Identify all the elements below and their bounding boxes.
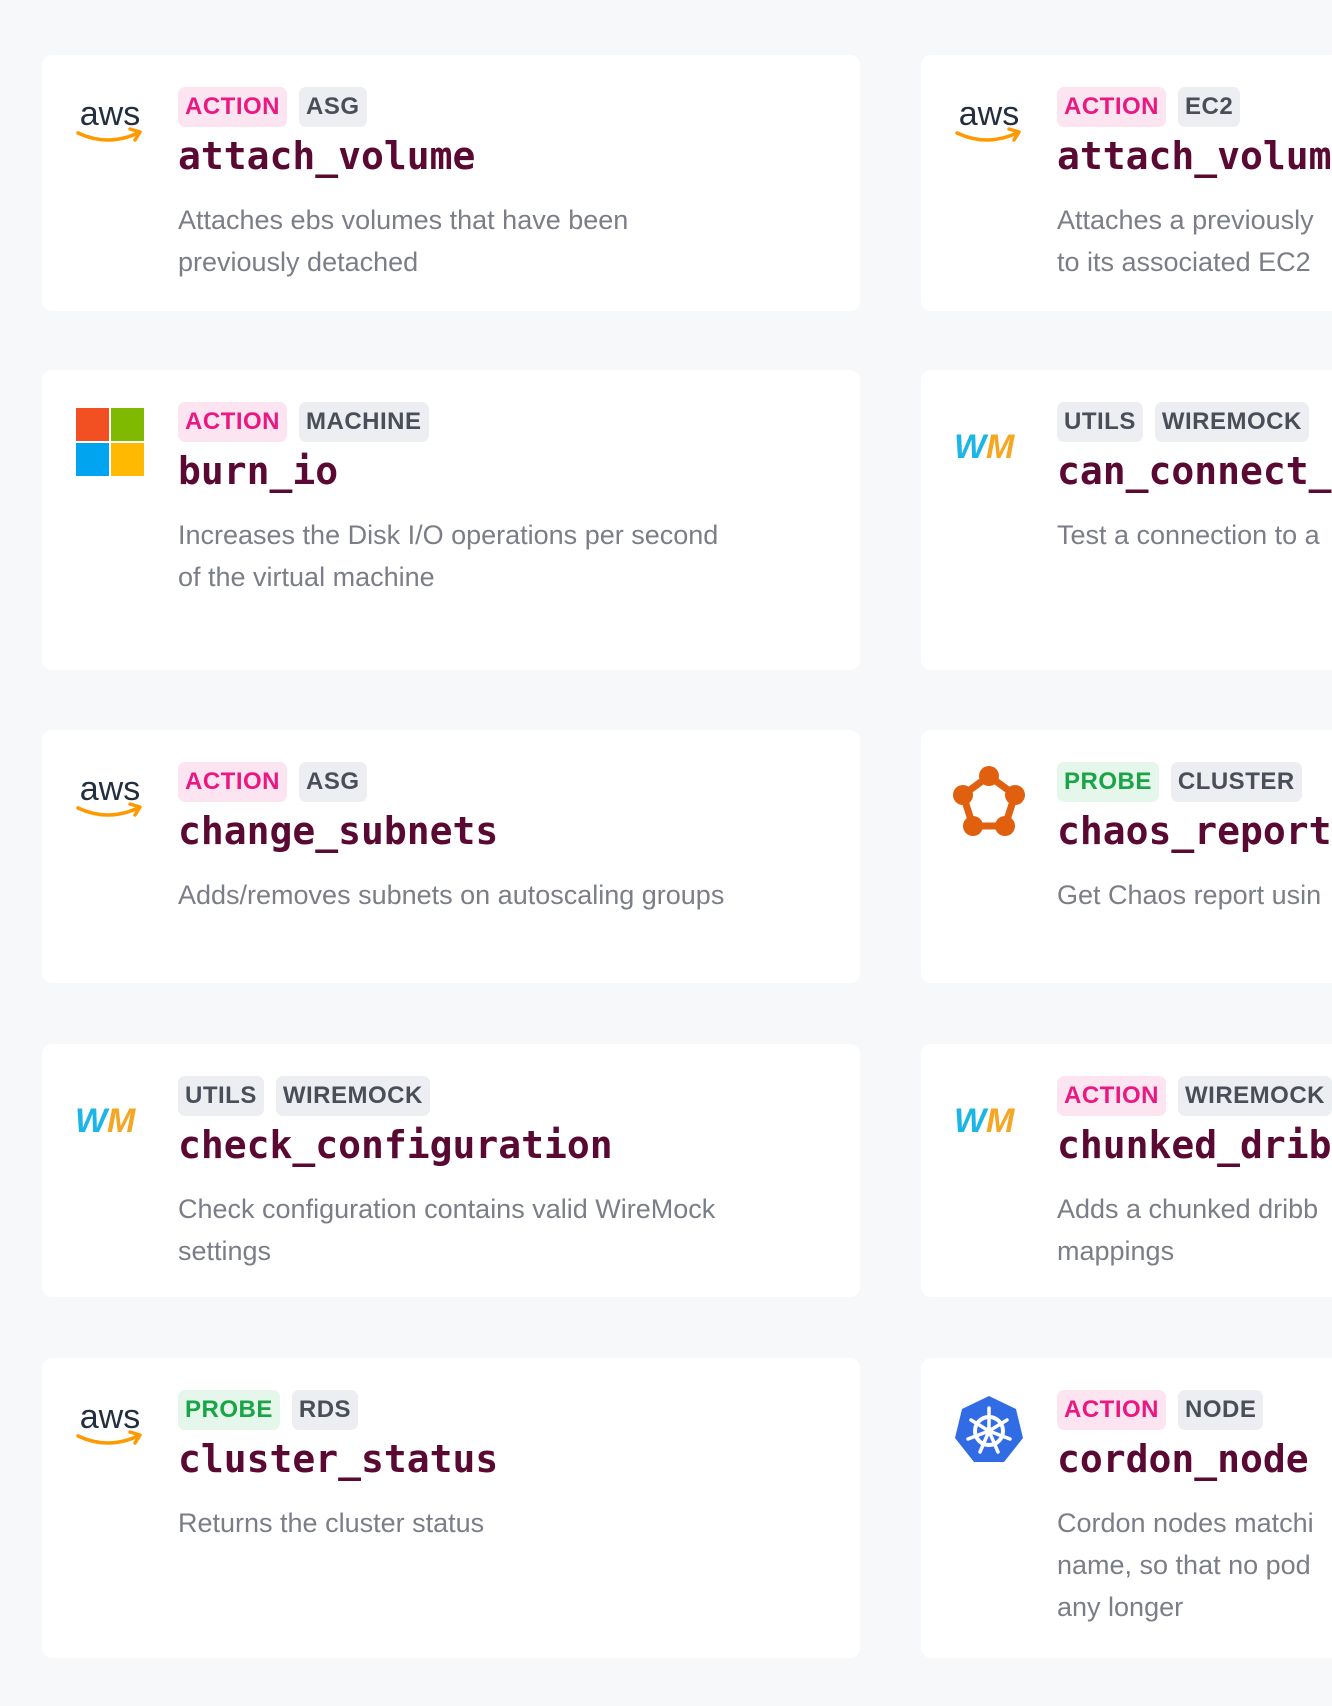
card-title: change_subnets <box>178 809 499 853</box>
tag-kind: UTILS <box>1057 402 1143 442</box>
probe-card-chaos-report[interactable]: PROBE CLUSTER chaos_report Get Chaos rep… <box>921 730 1332 983</box>
wiremock-logo-icon: W M <box>953 1080 1025 1152</box>
svg-text:W: W <box>75 1102 110 1140</box>
tag-category: RDS <box>291 1390 359 1430</box>
svg-text:M: M <box>107 1102 136 1140</box>
tag-category: WIREMOCK <box>275 1076 430 1116</box>
card-description: Check configuration contains valid WireM… <box>178 1194 716 1266</box>
aws-logo-icon: aws <box>74 766 146 838</box>
card-description: Adds/removes subnets on autoscaling grou… <box>178 880 725 910</box>
card-description: Attaches a previously to its associated … <box>1057 205 1314 277</box>
tag-kind: UTILS <box>178 1076 264 1116</box>
tag-kind: ACTION <box>1057 1390 1166 1430</box>
utils-card-can-connect[interactable]: W M UTILS WIREMOCK can_connect_t Test a … <box>921 370 1332 670</box>
chaos-pentagon-icon <box>953 766 1025 838</box>
probe-card-cluster-status[interactable]: aws PROBE RDS cluster_status Returns the… <box>42 1358 860 1658</box>
wiremock-logo-icon: W M <box>74 1080 146 1152</box>
tag-category: ASG <box>299 87 367 127</box>
tag-kind: ACTION <box>178 87 287 127</box>
tag-kind: ACTION <box>178 402 287 442</box>
aws-logo-icon: aws <box>953 91 1025 163</box>
tag-kind: PROBE <box>178 1390 280 1430</box>
aws-logo-icon: aws <box>74 1394 146 1466</box>
svg-text:W: W <box>954 428 989 466</box>
card-description: Cordon nodes matchi name, so that no pod… <box>1057 1508 1314 1622</box>
card-description: Get Chaos report usin <box>1057 880 1322 910</box>
card-title: cluster_status <box>178 1437 499 1481</box>
svg-text:aws: aws <box>80 95 140 133</box>
svg-text:aws: aws <box>80 1398 140 1436</box>
action-card-cordon-node[interactable]: ACTION NODE cordon_node Cordon nodes mat… <box>921 1358 1332 1658</box>
action-card-attach-volume-ec2[interactable]: aws ACTION EC2 attach_volume Attaches a … <box>921 55 1332 311</box>
kubernetes-logo-icon <box>953 1394 1025 1466</box>
card-description: Attaches ebs volumes that have been prev… <box>178 205 629 277</box>
card-title: cordon_node <box>1057 1437 1309 1481</box>
svg-text:M: M <box>986 1102 1015 1140</box>
tag-category: CLUSTER <box>1170 762 1302 802</box>
aws-logo-icon: aws <box>74 91 146 163</box>
tag-category: EC2 <box>1178 87 1241 127</box>
tag-kind: ACTION <box>1057 1076 1166 1116</box>
tag-category: MACHINE <box>299 402 429 442</box>
card-description: Test a connection to a <box>1057 520 1320 550</box>
tag-category: WIREMOCK <box>1178 1076 1332 1116</box>
tag-kind: ACTION <box>1057 87 1166 127</box>
card-title: burn_io <box>178 449 339 493</box>
action-card-burn-io[interactable]: ACTION MACHINE burn_io Increases the Dis… <box>42 370 860 670</box>
svg-text:aws: aws <box>959 95 1019 133</box>
card-title: check_configuration <box>178 1123 613 1167</box>
action-card-change-subnets[interactable]: aws ACTION ASG change_subnets Adds/remov… <box>42 730 860 983</box>
tag-kind: PROBE <box>1057 762 1159 802</box>
tag-kind: ACTION <box>178 762 287 802</box>
action-card-attach-volume-asg[interactable]: aws ACTION ASG attach_volume Attaches eb… <box>42 55 860 311</box>
tag-category: ASG <box>299 762 367 802</box>
card-description: Returns the cluster status <box>178 1508 485 1538</box>
tag-category: NODE <box>1178 1390 1264 1430</box>
wiremock-logo-icon: W M <box>953 406 1025 478</box>
tag-category: WIREMOCK <box>1154 402 1309 442</box>
card-title: can_connect_t <box>1057 449 1332 493</box>
action-card-chunked-dribble[interactable]: W M ACTION WIREMOCK chunked_dribb Adds a… <box>921 1044 1332 1297</box>
card-description: Adds a chunked dribb mappings <box>1057 1194 1319 1266</box>
card-title: attach_volume <box>1057 134 1332 178</box>
card-title: attach_volume <box>178 134 476 178</box>
svg-text:M: M <box>986 428 1015 466</box>
card-description: Increases the Disk I/O operations per se… <box>178 520 719 592</box>
card-title: chunked_dribb <box>1057 1123 1332 1167</box>
svg-text:W: W <box>954 1102 989 1140</box>
svg-text:aws: aws <box>80 770 140 808</box>
card-title: chaos_report <box>1057 809 1332 853</box>
microsoft-logo-icon <box>74 406 146 478</box>
utils-card-check-configuration[interactable]: W M UTILS WIREMOCK check_configuration C… <box>42 1044 860 1297</box>
